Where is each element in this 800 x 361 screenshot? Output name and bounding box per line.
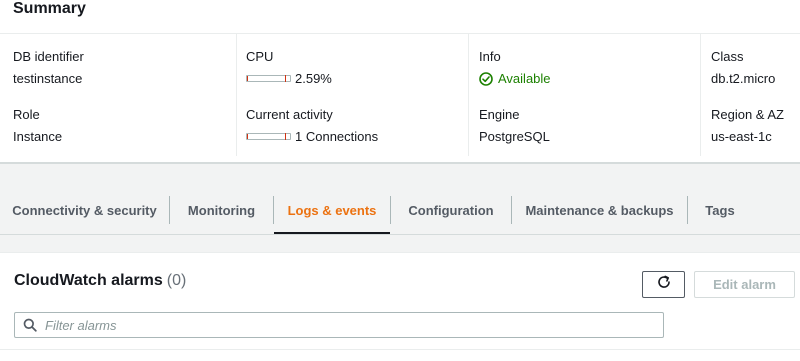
info-status: Available — [479, 71, 551, 86]
tab-logs-events[interactable]: Logs & events — [274, 186, 390, 234]
class-label: Class — [711, 49, 744, 64]
cpu-value-row: 2.59% — [246, 71, 332, 86]
cpu-label: CPU — [246, 49, 274, 64]
panel-bottom-border — [0, 349, 800, 350]
role-label: Role — [13, 107, 40, 122]
search-icon — [23, 318, 37, 332]
edit-alarm-button[interactable]: Edit alarm — [694, 271, 795, 298]
alarms-title: CloudWatch alarms — [14, 272, 163, 289]
check-circle-icon — [479, 71, 493, 86]
alarms-heading: CloudWatch alarms (0) — [14, 272, 186, 290]
tab-connectivity-security[interactable]: Connectivity & security — [0, 186, 169, 234]
current-activity-value: 1 Connections — [295, 129, 379, 144]
summary-column-status: Info Available Engine PostgreSQL — [468, 34, 700, 156]
current-activity-label: Current activity — [246, 107, 333, 122]
cpu-meter-fill — [247, 76, 249, 81]
engine-value: PostgreSQL — [479, 129, 550, 144]
tab-monitoring[interactable]: Monitoring — [170, 186, 273, 234]
cpu-meter — [246, 75, 291, 82]
region-az-label: Region & AZ — [711, 107, 784, 122]
class-value: db.t2.micro — [711, 71, 776, 86]
filter-alarms-input[interactable] — [45, 317, 635, 333]
connections-meter-fill — [247, 134, 248, 139]
summary-title: Summary — [13, 0, 86, 17]
summary-column-placement: Class db.t2.micro Region & AZ us-east-1c — [700, 34, 800, 156]
db-identifier-label: DB identifier — [13, 49, 84, 64]
tab-maintenance-backups[interactable]: Maintenance & backups — [512, 186, 687, 234]
region-az-value: us-east-1c — [711, 129, 772, 144]
tab-bar-border — [0, 234, 800, 235]
cpu-value: 2.59% — [295, 71, 332, 86]
connections-meter — [246, 133, 291, 140]
info-value: Available — [498, 71, 551, 86]
cloudwatch-alarms-panel: CloudWatch alarms (0) Edit alarm — [0, 252, 800, 361]
refresh-button[interactable] — [642, 271, 685, 298]
current-activity-row: 1 Connections — [246, 129, 378, 144]
tab-bar: Connectivity & security Monitoring Logs … — [0, 186, 800, 234]
role-value: Instance — [13, 129, 63, 144]
tab-tags[interactable]: Tags — [688, 186, 752, 234]
alarms-count: (0) — [166, 272, 187, 289]
db-identifier-value: testinstance — [13, 71, 83, 86]
summary-column-activity: CPU 2.59% Current activity 1 Connections — [236, 34, 468, 156]
summary-column-identity: DB identifier testinstance Role Instance — [0, 34, 236, 156]
info-label: Info — [479, 49, 501, 64]
filter-alarms-box[interactable] — [14, 312, 664, 338]
summary-panel: Summary DB identifier testinstance Role … — [0, 0, 800, 164]
refresh-icon — [656, 274, 672, 295]
tab-configuration[interactable]: Configuration — [391, 186, 511, 234]
engine-label: Engine — [479, 107, 520, 122]
